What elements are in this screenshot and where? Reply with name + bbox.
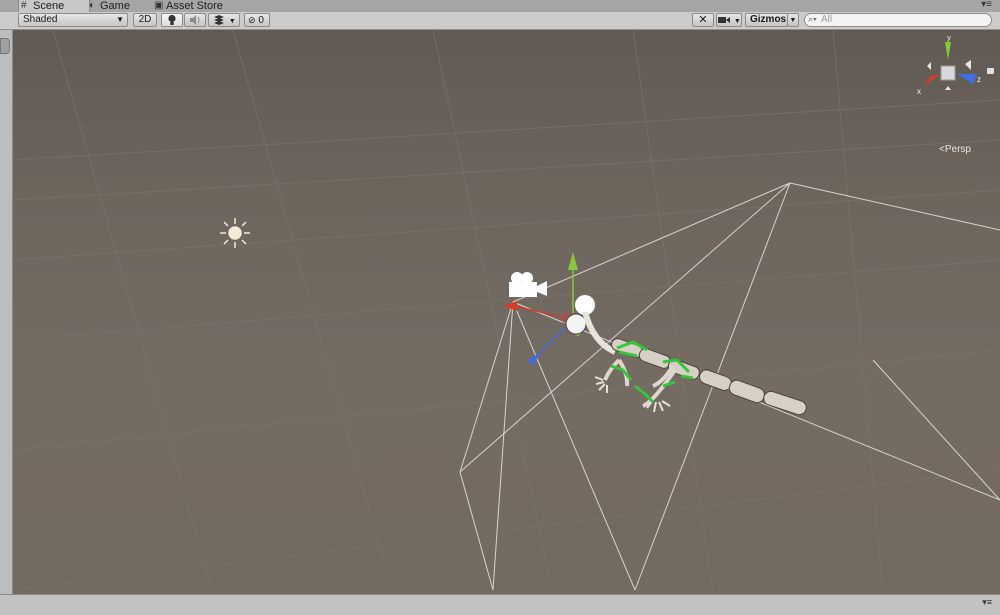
lightbulb-icon <box>168 14 176 25</box>
chevron-down-icon: ▼ <box>789 17 797 24</box>
camera-settings-button[interactable]: ▼ <box>716 13 742 27</box>
2d-toggle-label: 2D <box>138 14 152 25</box>
projection-mode: Persp <box>944 144 971 155</box>
lock-icon[interactable] <box>987 68 994 74</box>
speaker-icon <box>190 15 200 25</box>
camera-object-icon <box>509 272 547 297</box>
chevron-down-icon: ▼ <box>733 18 741 25</box>
pacman-icon: ◖ <box>88 0 95 11</box>
window-tab-bar: # Scene ◖ Game ▣ Asset Store ▾≡ <box>0 0 1000 12</box>
scene-toolbar: Shaded ▼ 2D ▼ ⊘ 0 ✕ ▼ Gizmos ▼ ⌕▾ All <box>0 12 1000 30</box>
orientation-gizmo[interactable]: y x z <box>915 36 985 106</box>
gizmo-y-label: y <box>947 36 951 42</box>
hidden-objects-count: 0 <box>258 15 264 26</box>
projection-label[interactable]: <Persp <box>939 144 971 155</box>
scene-search-field[interactable]: ⌕▾ All <box>804 13 992 27</box>
draw-mode-dropdown[interactable]: Shaded ▼ <box>18 13 128 27</box>
store-icon: ▣ <box>154 0 164 11</box>
panel-collapse-icon[interactable] <box>0 38 10 54</box>
ground-grid <box>13 30 1000 594</box>
lighting-toggle-button[interactable] <box>161 13 183 27</box>
tools-button[interactable]: ✕ <box>692 13 714 27</box>
lizard-model <box>565 295 807 416</box>
tools-icon: ✕ <box>698 14 708 26</box>
z-axis-cone <box>957 74 977 84</box>
tab-scene-label: Scene <box>33 0 65 12</box>
2d-toggle-button[interactable]: 2D <box>133 13 157 27</box>
effects-dropdown[interactable]: ▼ <box>208 13 240 27</box>
draw-mode-label: Shaded <box>23 14 58 25</box>
directional-light-icon <box>220 218 250 248</box>
tab-menu-icon[interactable]: ▾≡ <box>981 0 992 10</box>
tab-asset-store[interactable]: ▣ Asset Store <box>152 0 246 12</box>
effects-icon <box>214 15 225 25</box>
gizmos-button[interactable]: Gizmos <box>745 13 788 27</box>
scene-visibility-toggle[interactable]: ⊘ 0 <box>244 13 270 27</box>
tab-game[interactable]: ◖ Game <box>86 0 152 12</box>
left-panel-edge <box>0 30 13 596</box>
tab-game-label: Game <box>100 0 130 12</box>
grid-icon: # <box>21 0 27 11</box>
panel-menu-icon[interactable]: ▾≡ <box>982 597 992 608</box>
gizmo-x-label: x <box>917 87 921 96</box>
scene-viewport[interactable]: y x z <Persp <box>13 30 1000 594</box>
scene-canvas[interactable] <box>13 30 1000 594</box>
gizmos-dropdown-button[interactable]: ▼ <box>787 13 799 27</box>
y-axis-cone <box>945 42 951 60</box>
gizmo-z-label: z <box>977 75 981 84</box>
camera-icon <box>718 17 731 23</box>
x-axis-cone <box>923 74 941 86</box>
chevron-down-icon: ▼ <box>116 15 124 24</box>
transform-gizmo <box>503 252 584 366</box>
hidden-eye-icon: ⊘ <box>248 15 256 25</box>
search-icon: ⌕▾ <box>808 14 817 24</box>
search-placeholder: All <box>821 14 833 25</box>
tab-asset-store-label: Asset Store <box>166 0 223 12</box>
tab-scene[interactable]: # Scene <box>18 0 90 12</box>
bottom-panel-edge: ▾≡ <box>0 594 1000 615</box>
chevron-down-icon: ▼ <box>228 18 236 25</box>
gizmos-label: Gizmos <box>750 14 787 25</box>
audio-toggle-button[interactable] <box>184 13 206 27</box>
